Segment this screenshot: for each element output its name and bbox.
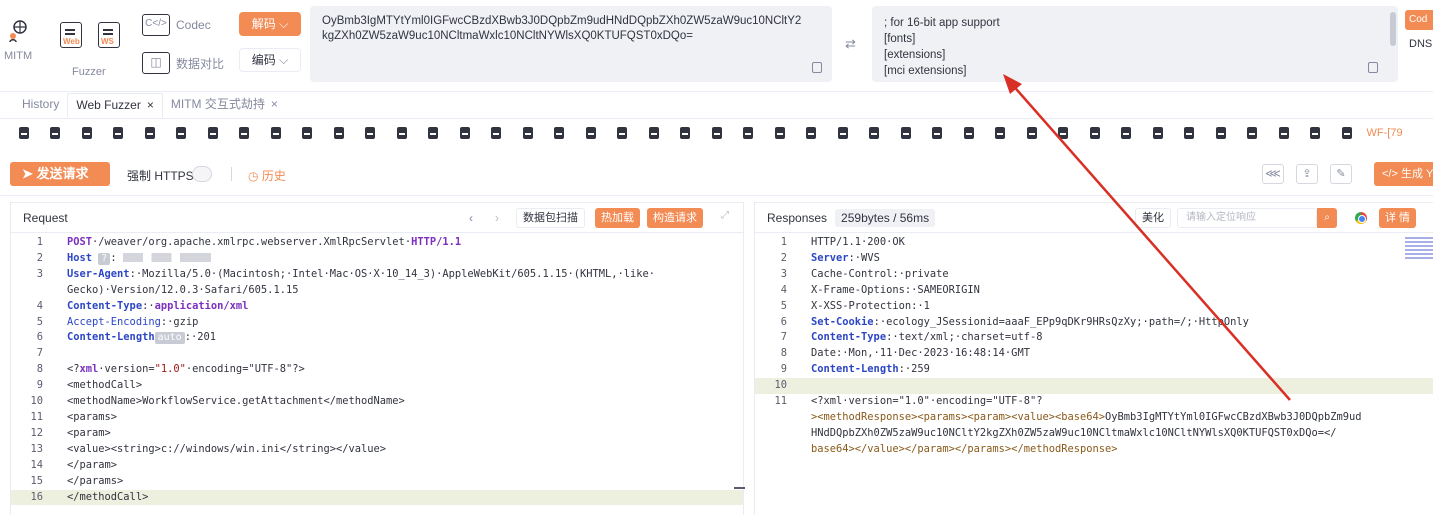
annotation-arrow bbox=[1003, 74, 1291, 401]
yakit-web-fuzzer: MITM Web WS Fuzzer C</> Codec ◫ 数据对比 解码 … bbox=[0, 0, 1433, 515]
